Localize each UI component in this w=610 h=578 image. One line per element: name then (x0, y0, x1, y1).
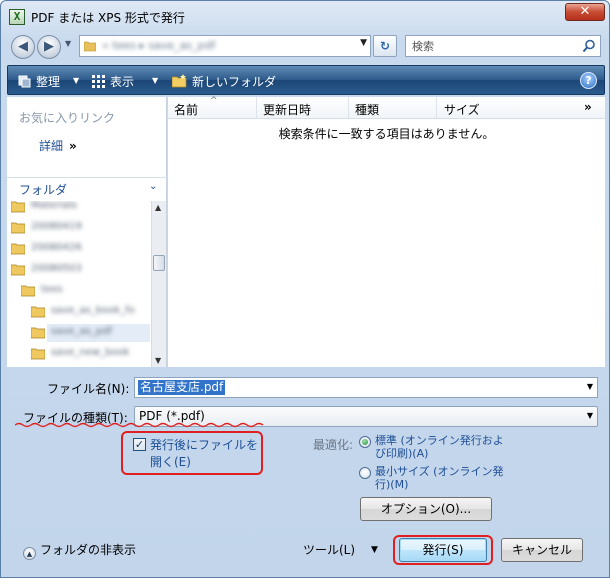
column-name[interactable]: 名前 (174, 101, 198, 118)
open-after-publish-checkbox[interactable]: ✓ (133, 438, 146, 451)
navigation-pane: お気に入りリンク 詳細 » フォルダ ⌄ Materials 20080419 200… (7, 97, 167, 367)
search-input[interactable] (406, 36, 576, 56)
publish-dialog: X PDF または XPS 形式で発行 ✕ ◀ ▶ ▼ « tees ▸ sav… (0, 0, 610, 578)
column-separator[interactable] (436, 97, 437, 119)
filename-input[interactable]: 名古屋支店.pdf ▼ (134, 377, 598, 398)
column-type[interactable]: 種類 (355, 101, 379, 118)
back-button[interactable]: ◀ (11, 35, 35, 59)
optimize-standard-line2: び印刷)(A) (375, 447, 429, 460)
hide-folders-label: フォルダの非表示 (40, 543, 137, 557)
options-button[interactable]: オプション(O)... (360, 497, 492, 521)
window-title: PDF または XPS 形式で発行 (31, 11, 185, 25)
chevron-down-icon[interactable]: ⌄ (149, 181, 157, 192)
folder-icon (31, 306, 45, 318)
optimize-label: 最適化: (313, 438, 354, 452)
address-dropdown-icon[interactable]: ▼ (360, 38, 367, 48)
tree-item-label: 20080503 (31, 263, 82, 274)
views-label: 表示 (110, 75, 135, 89)
folder-tree-scrollbar[interactable]: ▲ ▼ (151, 201, 166, 367)
open-after-label-line2[interactable]: 開く(E) (150, 453, 191, 470)
search-box (405, 35, 601, 57)
publish-button[interactable]: 発行(S) (399, 538, 487, 562)
chevron-right-icon: » (69, 139, 77, 153)
tree-item-label: tees (41, 284, 63, 295)
tree-item-label: 20080426 (31, 242, 82, 253)
save-options-area: ファイル名(N): 名古屋支店.pdf ▼ ファイルの種類(T): PDF (*… (1, 369, 609, 577)
organize-label: 整理 (36, 75, 61, 89)
tree-item-label: Materials (31, 201, 77, 211)
views-grid-icon (92, 75, 105, 88)
optimize-minimum-label[interactable]: 最小サイズ (オンライン発 行)(M) (375, 465, 503, 491)
tree-item-label: save_as_pdf (51, 326, 112, 337)
column-separator[interactable] (348, 97, 349, 119)
new-folder-button[interactable]: 新しいフォルダ (172, 73, 276, 90)
hide-folders-button[interactable]: ▲ フォルダの非表示 (23, 541, 136, 560)
empty-list-message: 検索条件に一致する項目はありません。 (278, 127, 495, 141)
folder-icon (11, 264, 25, 276)
folder-icon (84, 41, 96, 52)
title-bar: X PDF または XPS 形式で発行 ✕ (1, 1, 609, 31)
optimize-standard-radio[interactable] (359, 436, 371, 448)
scroll-thumb[interactable] (153, 255, 165, 271)
folder-icon (31, 348, 45, 360)
open-after-label[interactable]: 発行後にファイルを (150, 436, 258, 453)
search-icon[interactable] (582, 39, 596, 53)
favorite-links-heading: お気に入りリンク (19, 111, 116, 125)
close-button[interactable]: ✕ (565, 3, 605, 21)
details-link[interactable]: 詳細 » (39, 137, 77, 154)
filetype-dropdown-icon[interactable]: ▼ (587, 411, 593, 420)
column-header-row: 名前 ^ 更新日時 種類 サイズ » (168, 96, 605, 119)
folder-icon (11, 243, 25, 255)
optimize-minimum-line1: 最小サイズ (オンライン発 (375, 465, 504, 478)
refresh-button[interactable]: ↻ (373, 35, 397, 57)
folder-icon (21, 285, 35, 297)
sort-ascending-icon: ^ (210, 96, 218, 106)
new-folder-label: 新しいフォルダ (192, 75, 277, 89)
tools-menu-button[interactable]: ツール(L) (303, 541, 355, 558)
column-separator[interactable] (256, 97, 257, 119)
scroll-down-icon[interactable]: ▼ (155, 356, 161, 365)
organize-button[interactable]: 整理 (18, 73, 60, 90)
command-toolbar: 整理 ▼ 表示 ▼ 新しいフォルダ ? (7, 65, 605, 95)
folders-heading[interactable]: フォルダ (19, 181, 67, 198)
filename-dropdown-icon[interactable]: ▼ (587, 382, 593, 391)
filename-value[interactable]: 名古屋支店.pdf (138, 380, 226, 395)
organize-caret-icon[interactable]: ▼ (73, 76, 79, 85)
scroll-up-icon[interactable]: ▲ (155, 203, 161, 212)
red-underline-annotation (15, 422, 264, 428)
tools-caret-icon[interactable]: ▼ (371, 545, 378, 555)
views-caret-icon[interactable]: ▼ (152, 76, 158, 85)
details-label: 詳細 (39, 139, 64, 153)
folder-icon (31, 327, 45, 339)
views-button[interactable]: 表示 (92, 73, 134, 90)
column-modified[interactable]: 更新日時 (263, 101, 311, 118)
tree-item-label: save_as_book_fo (51, 305, 135, 316)
cancel-button[interactable]: キャンセル (501, 538, 583, 562)
folder-tree: Materials 20080419 20080426 20080503 tees sav… (7, 201, 150, 367)
collapse-up-icon: ▲ (23, 547, 36, 560)
organize-icon (18, 75, 31, 88)
help-icon[interactable]: ? (580, 72, 597, 89)
column-size[interactable]: サイズ (444, 101, 480, 118)
new-folder-icon (172, 74, 187, 88)
filename-label: ファイル名(N): (47, 382, 130, 396)
excel-app-icon: X (9, 9, 25, 25)
file-list: 名前 ^ 更新日時 種類 サイズ » 検索条件に一致する項目はありません。 (168, 96, 605, 367)
tree-item-label: save_new_book (51, 347, 130, 358)
recent-pages-dropdown[interactable]: ▼ (65, 39, 71, 48)
optimize-minimum-line2: 行)(M) (375, 478, 409, 491)
folder-icon (11, 201, 25, 213)
optimize-minimum-radio[interactable] (359, 467, 371, 479)
forward-button[interactable]: ▶ (37, 35, 61, 59)
address-bar[interactable]: « tees ▸ save_as_pdf ▼ (79, 35, 371, 57)
optimize-standard-label[interactable]: 標準 (オンライン発行およ び印刷)(A) (375, 434, 504, 460)
tree-item-label: 20080419 (31, 221, 82, 232)
optimize-standard-line1: 標準 (オンライン発行およ (375, 434, 504, 447)
pane-divider (7, 177, 167, 178)
more-columns-icon[interactable]: » (584, 100, 592, 114)
folder-icon (11, 222, 25, 234)
address-path: « tees ▸ save_as_pdf (102, 39, 216, 52)
